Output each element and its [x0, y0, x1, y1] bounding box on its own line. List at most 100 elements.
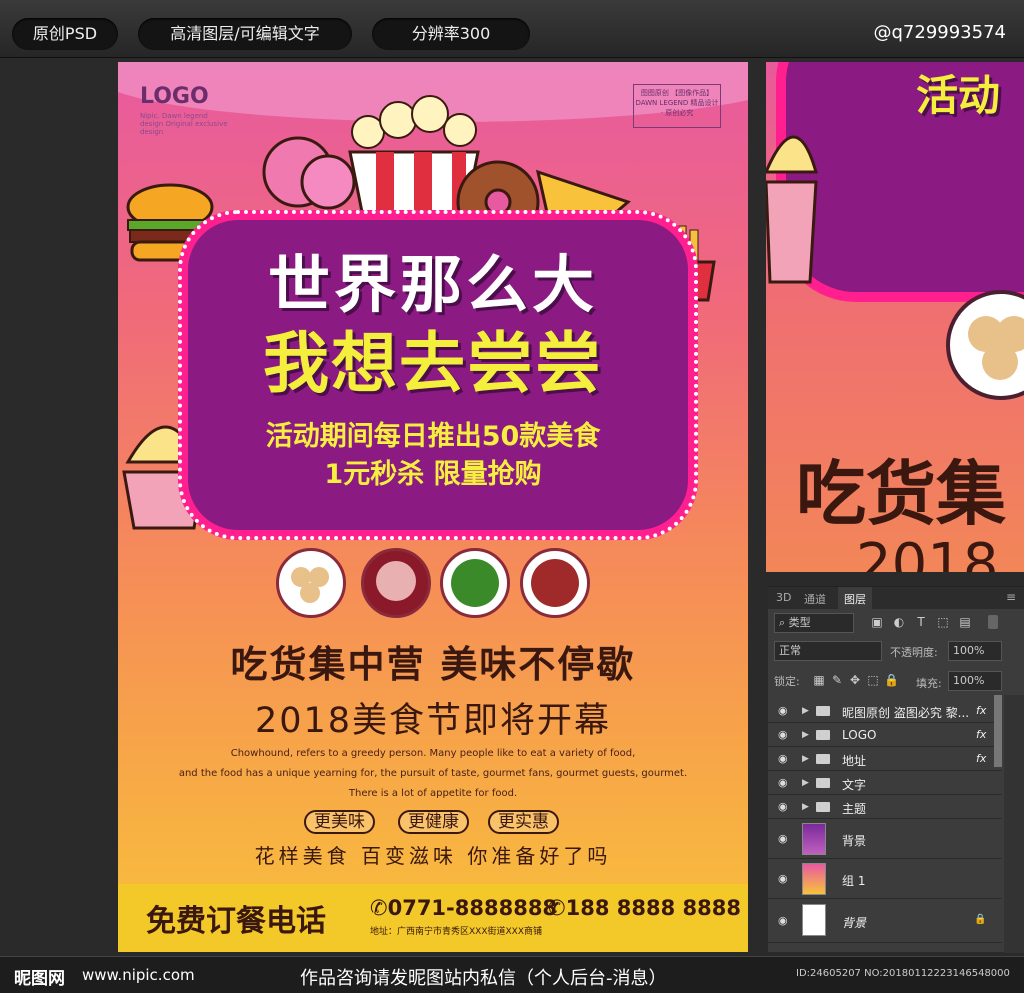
green-beans-icon [451, 559, 499, 607]
folder-icon [816, 754, 830, 764]
layer-thumbnail [802, 904, 826, 936]
fill-input[interactable]: 100% [948, 671, 1002, 691]
eye-icon[interactable]: ◉ [778, 873, 792, 884]
author-contact: @q729993574 [873, 22, 1007, 43]
layers-panel: 3D 通道 图层 ≡ ⌕ 类型 ▣ ◐ T ⬚ ▤ 正常 不透明度: 100% … [768, 586, 1024, 953]
poster-preview: LOGO Nipic. Dawn legend design Original … [118, 62, 748, 952]
top-banner: 原创PSD 高清图层/可编辑文字 分辨率300 @q729993574 [0, 0, 1024, 58]
lock-artboard-icon[interactable]: ⬚ [866, 673, 880, 687]
site-logo: 昵图网 [14, 969, 65, 989]
expand-triangle-icon[interactable]: ▶ [802, 802, 809, 812]
landline-phone: ✆0771-8888888 [370, 896, 558, 920]
tag-tastier: 更美味 [304, 810, 375, 834]
type-filter-icon[interactable]: T [914, 615, 928, 629]
layer-row[interactable]: ◉ ▶ 主题 [768, 795, 1002, 819]
expand-triangle-icon[interactable]: ▶ [802, 778, 809, 788]
fx-icon[interactable]: fx [976, 752, 986, 765]
food-plate-3 [440, 548, 510, 618]
folder-icon [816, 778, 830, 788]
layer-name: 主题 [842, 802, 867, 816]
promo-line1: 活动期间每日推出50款美食 [265, 421, 601, 452]
panel-tabs: 3D 通道 图层 ≡ [768, 587, 1024, 609]
resolution-badge: 分辨率300 [372, 18, 530, 50]
mobile-phone: ✆188 8888 8888 [548, 896, 741, 920]
editable-layers-badge: 高清图层/可编辑文字 [138, 18, 352, 50]
blend-mode-select[interactable]: 正常 [774, 641, 882, 661]
layer-name: 背景 [842, 834, 867, 848]
porridge-icon [376, 561, 416, 601]
smart-object-filter-icon[interactable]: ▤ [958, 615, 972, 629]
lock-paint-icon[interactable]: ✎ [830, 673, 844, 687]
filter-toggle-icon[interactable] [988, 615, 998, 629]
tab-layers[interactable]: 图层 [838, 587, 872, 609]
layer-name: 文字 [842, 778, 867, 792]
lock-label: 锁定: [774, 675, 800, 688]
headline-line2: 我想去尝尝 [263, 325, 603, 402]
cotton-candy-icon [262, 136, 356, 210]
layer-row[interactable]: ◉ ▶ LOGO fx [768, 723, 1002, 747]
adjustment-filter-icon[interactable]: ◐ [892, 615, 906, 629]
expand-triangle-icon[interactable]: ▶ [802, 730, 809, 740]
layer-name: 地址 [842, 754, 867, 768]
lock-transparent-icon[interactable]: ▦ [812, 673, 826, 687]
layers-scrollbar-track[interactable] [1004, 695, 1024, 953]
layer-row[interactable]: ◉ ▶ 文字 [768, 771, 1002, 795]
eye-icon[interactable]: ◉ [778, 915, 792, 926]
tag-healthier: 更健康 [398, 810, 469, 834]
search-icon: ⌕ [779, 616, 786, 629]
eye-icon[interactable]: ◉ [778, 801, 792, 812]
opacity-input[interactable]: 100% [948, 641, 1002, 661]
eye-icon[interactable]: ◉ [778, 753, 792, 764]
image-filter-icon[interactable]: ▣ [870, 615, 884, 629]
english-description: Chowhound, refers to a greedy person. Ma… [178, 748, 688, 799]
tab-3d[interactable]: 3D [776, 591, 791, 604]
food-plate-2 [361, 548, 431, 618]
layer-row[interactable]: ◉ 背景 [768, 819, 1002, 859]
fill-label: 填充: [916, 677, 942, 690]
panel-menu-icon[interactable]: ≡ [1006, 590, 1016, 604]
expand-triangle-icon[interactable]: ▶ [802, 706, 809, 716]
food-plate-1 [276, 548, 346, 618]
lock-position-icon[interactable]: ✥ [848, 673, 862, 687]
layer-name: LOGO [842, 728, 877, 742]
zoom-headline: 活动 [916, 71, 1001, 120]
layer-thumbnail [802, 823, 826, 855]
slogan: 吃货集中营 美味不停歇 [230, 643, 636, 686]
expand-triangle-icon[interactable]: ▶ [802, 754, 809, 764]
braised-meat-icon [531, 559, 579, 607]
eye-icon[interactable]: ◉ [778, 729, 792, 740]
layer-row[interactable]: ◉ ▶ 昵图原创 盗图必究 黎... fx [768, 699, 1002, 723]
lock-all-icon[interactable]: 🔒 [884, 673, 899, 687]
eye-icon[interactable]: ◉ [778, 833, 792, 844]
festival-date-line: 2018美食节即将开幕 [254, 701, 612, 741]
address: 地址：广西南宁市青秀区XXX街道XXX商铺 [370, 927, 542, 937]
layer-row[interactable]: ◉ 背景 🔒 [768, 899, 1002, 943]
layer-name: 组 1 [842, 874, 866, 888]
folder-icon [816, 802, 830, 812]
tagline: 花样美食 百变滋味 你准备好了吗 [254, 844, 612, 868]
tab-channels[interactable]: 通道 [804, 591, 826, 607]
layer-filter-select[interactable]: ⌕ 类型 [774, 613, 854, 633]
opacity-label: 不透明度: [890, 646, 938, 659]
layers-scrollbar-thumb[interactable] [994, 695, 1002, 767]
food-plate-4 [520, 548, 590, 618]
layer-row[interactable]: ◉ 组 1 [768, 859, 1002, 899]
zoom-year: 2018 [856, 532, 999, 572]
watermark-footer: 昵图网 www.nipic.com 作品咨询请发昵图站内私信（个人后台-消息） … [0, 956, 1024, 993]
fx-icon[interactable]: fx [976, 704, 986, 717]
order-hotline-label: 免费订餐电话 [146, 904, 326, 939]
layer-filter-row: ⌕ 类型 ▣ ◐ T ⬚ ▤ [774, 613, 1018, 635]
layer-name: 背景 [842, 916, 867, 930]
layer-row[interactable]: ◉ ▶ 地址 fx [768, 747, 1002, 771]
shape-filter-icon[interactable]: ⬚ [936, 615, 950, 629]
site-url: www.nipic.com [82, 966, 195, 984]
layer-thumbnail [802, 863, 826, 895]
fx-icon[interactable]: fx [976, 728, 986, 741]
folder-icon [816, 706, 830, 716]
eye-icon[interactable]: ◉ [778, 705, 792, 716]
meatballs-icon [291, 567, 329, 603]
zoom-cupcake-icon [766, 135, 818, 284]
eye-icon[interactable]: ◉ [778, 777, 792, 788]
zoom-meatballs-icon [968, 316, 1024, 380]
promo-line2: 1元秒杀 限量抢购 [324, 459, 542, 490]
